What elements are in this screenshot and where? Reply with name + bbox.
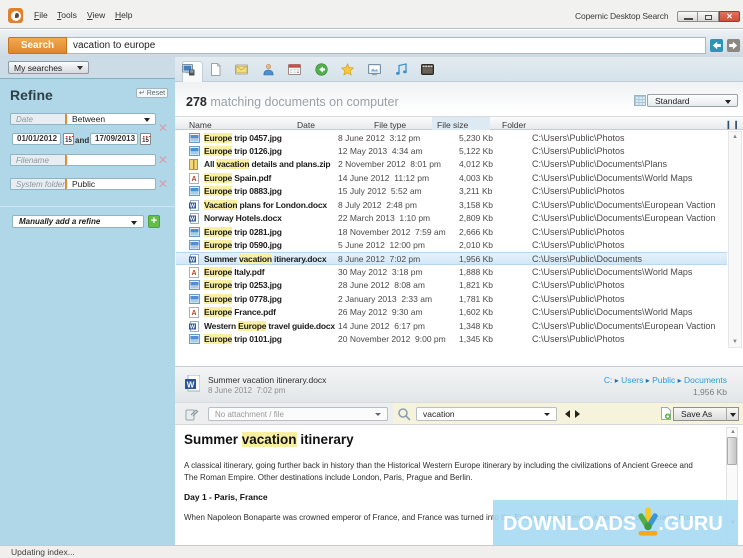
svg-text:A: A bbox=[191, 176, 196, 183]
svg-text:W: W bbox=[187, 381, 195, 390]
svg-text:W: W bbox=[190, 203, 196, 209]
svg-text:W: W bbox=[190, 217, 196, 223]
svg-text:W: W bbox=[190, 324, 196, 330]
svg-text:A: A bbox=[191, 270, 196, 277]
svg-text:A: A bbox=[191, 310, 196, 317]
svg-text:W: W bbox=[190, 257, 196, 263]
